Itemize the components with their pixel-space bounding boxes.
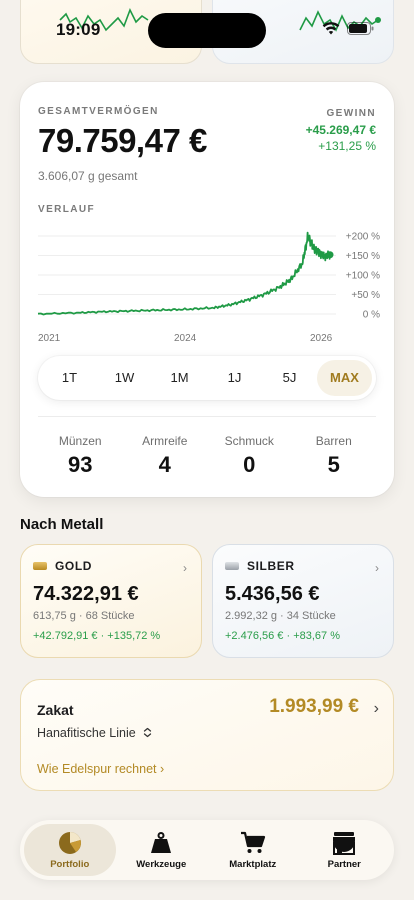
by-metal-title: Nach Metall [20, 516, 104, 533]
chevron-right-icon: › [160, 762, 165, 776]
tab-partner[interactable]: Partner [299, 824, 391, 876]
x-tick-label: 2026 [310, 333, 333, 344]
count-label: Münzen [58, 434, 102, 448]
item-counts: Münzen 93 Armreife 4 Schmuck 0 Barren 5 [38, 434, 376, 478]
gold-card[interactable]: GOLD › 74.322,91 € 613,75 g · 68 Stücke … [20, 544, 202, 658]
tab-portfolio[interactable]: Portfolio [24, 824, 116, 876]
gain-label: GEWINN [326, 108, 376, 119]
gain-percent: +131,25 % [318, 139, 376, 153]
total-value: 79.759,47 € [38, 122, 207, 159]
count-bangles[interactable]: Armreife 4 [123, 434, 208, 478]
count-value: 93 [68, 452, 93, 477]
metal-value: 74.322,91 € [33, 583, 139, 605]
range-1m[interactable]: 1M [152, 360, 207, 396]
count-label: Armreife [142, 434, 188, 448]
battery-icon [347, 22, 374, 35]
total-label: GESAMTVERMÖGEN [38, 106, 159, 117]
divider [38, 416, 376, 417]
dynamic-island [148, 13, 266, 48]
range-5j[interactable]: 5J [262, 360, 317, 396]
range-selector: 1T 1W 1M 1J 5J MAX [38, 356, 376, 400]
metal-sub: 613,75 g · 68 Stücke [33, 610, 135, 622]
clock: 19:09 [56, 20, 101, 39]
count-value: 0 [243, 452, 256, 477]
zakat-method: Hanafitische Linie [37, 726, 136, 740]
zakat-link-label: Wie Edelspur rechnet [37, 762, 157, 776]
portfolio-summary-card: GESAMTVERMÖGEN 79.759,47 € 3.606,07 g ge… [20, 82, 394, 497]
y-tick-label: 0 % [363, 310, 380, 321]
zakat-method-picker[interactable]: Hanafitische Linie [37, 726, 152, 740]
current-value-point [326, 251, 334, 259]
range-1t[interactable]: 1T [42, 360, 97, 396]
zakat-info-link[interactable]: Wie Edelspur rechnet › [37, 762, 164, 776]
count-value: 5 [327, 452, 340, 477]
range-1j[interactable]: 1J [207, 360, 262, 396]
range-max[interactable]: MAX [317, 360, 372, 396]
zakat-title: Zakat [37, 702, 74, 718]
count-label: Schmuck [224, 434, 274, 448]
tab-label: Partner [327, 858, 361, 870]
zakat-card[interactable]: Zakat 1.993,99 € › Hanafitische Linie Wi… [20, 679, 394, 791]
count-value: 4 [158, 452, 171, 477]
tab-marketplace[interactable]: Marktplatz [207, 824, 299, 876]
series-line [37, 231, 331, 316]
chevron-right-icon: › [183, 561, 187, 575]
tab-label: Marktplatz [229, 858, 277, 870]
status-icons [322, 22, 374, 35]
count-coins[interactable]: Münzen 93 [38, 434, 123, 478]
tab-label: Portfolio [50, 858, 90, 870]
chevron-up-down-icon [144, 727, 152, 738]
metal-name: SILBER [247, 559, 295, 573]
range-1w[interactable]: 1W [97, 360, 152, 396]
count-bars[interactable]: Barren 5 [292, 434, 377, 478]
weight-icon [151, 831, 172, 853]
cart-icon [240, 831, 265, 853]
status-bar: 19:09 [0, 0, 414, 62]
x-tick-label: 2021 [38, 333, 61, 344]
history-chart: +200 % +150 % +100 % +50 % 0 % [37, 231, 380, 321]
pie-chart-icon [58, 831, 81, 854]
store-icon [333, 831, 356, 855]
grams-total: 3.606,07 g gesamt [38, 169, 138, 183]
metal-name: GOLD [55, 559, 93, 573]
y-tick-label: +50 % [351, 290, 380, 301]
count-jewelry[interactable]: Schmuck 0 [207, 434, 292, 478]
x-tick-label: 2024 [174, 333, 197, 344]
wifi-icon [322, 22, 340, 35]
metal-sub: 2.992,32 g · 34 Stücke [225, 610, 336, 622]
metal-value: 5.436,56 € [225, 583, 320, 605]
zakat-value: 1.993,99 € [269, 696, 359, 717]
metal-gain: +2.476,56 € · +83,67 % [225, 630, 340, 642]
y-tick-label: +200 % [346, 232, 380, 243]
chevron-right-icon: › [375, 561, 379, 575]
y-tick-label: +100 % [346, 271, 380, 282]
history-label: VERLAUF [38, 204, 96, 215]
chevron-right-icon: › [373, 700, 379, 717]
gain-absolute: +45.269,47 € [305, 123, 376, 137]
silver-card[interactable]: SILBER › 5.436,56 € 2.992,32 g · 34 Stüc… [212, 544, 394, 658]
tab-bar: Portfolio Werkzeuge Marktplatz Partner [20, 820, 394, 880]
gold-bar-icon [33, 562, 47, 570]
tab-label: Werkzeuge [136, 858, 187, 870]
tab-tools[interactable]: Werkzeuge [116, 824, 208, 876]
y-tick-label: +150 % [346, 251, 380, 262]
metal-gain: +42.792,91 € · +135,72 % [33, 630, 161, 642]
silver-bar-icon [225, 562, 239, 570]
count-label: Barren [315, 434, 352, 448]
